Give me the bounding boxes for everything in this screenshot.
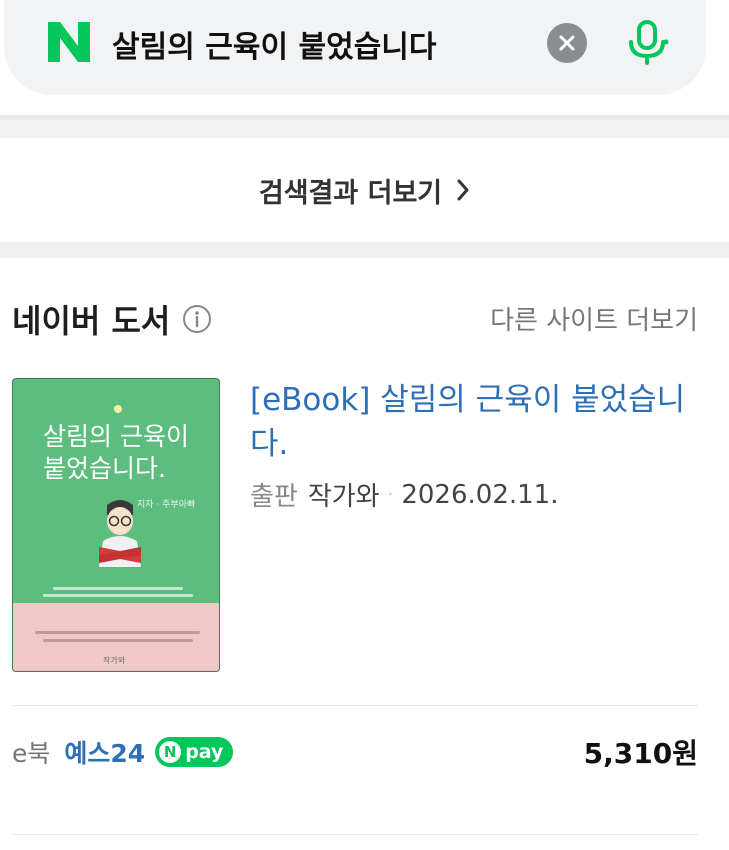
publish-date: 2026.02.11. <box>401 479 559 510</box>
naver-logo-icon[interactable] <box>44 20 94 64</box>
section-title: 네이버 도서 <box>12 302 171 340</box>
microphone-icon[interactable] <box>624 18 670 66</box>
npay-badge: N pay <box>155 737 234 767</box>
other-sites-link[interactable]: 다른 사이트 더보기 <box>490 300 698 337</box>
search-bar: 살림의 근육이 붙었습니다 <box>4 0 706 95</box>
close-icon <box>559 35 575 51</box>
book-meta: 출판 작가와 · 2026.02.11. <box>250 476 558 513</box>
more-results-button[interactable]: 검색결과 더보기 <box>0 138 729 242</box>
more-results-label: 검색결과 더보기 <box>258 177 443 209</box>
offer-row[interactable]: e북 예스24 N pay 5,310원 <box>12 732 698 772</box>
cover-illustration <box>99 500 141 567</box>
book-cover-image[interactable]: 살림의 근육이 붙었습니다. 지자 · 주부아빠 작가와 <box>12 378 220 672</box>
cover-title-line1: 살림의 근육이 <box>43 422 189 451</box>
chevron-right-icon <box>457 179 469 201</box>
lightbulb-icon <box>114 405 122 413</box>
section-separator <box>0 115 729 138</box>
format-label: e북 <box>12 739 51 768</box>
publisher-label: 출판 <box>250 482 298 512</box>
search-input[interactable]: 살림의 근육이 붙었습니다 <box>112 22 437 66</box>
divider <box>12 834 698 835</box>
section-header: 네이버 도서 <box>12 296 212 342</box>
publisher-name: 작가와 <box>307 482 380 512</box>
section-separator <box>0 242 729 258</box>
cover-title: 살림의 근육이 붙었습니다. <box>43 421 189 485</box>
book-title-link[interactable]: [eBook] 살림의 근육이 붙었습니다. <box>250 378 695 466</box>
cover-title-line2: 붙었습니다. <box>43 454 166 483</box>
clear-search-button[interactable] <box>547 23 587 63</box>
cover-publisher: 작가와 <box>103 656 126 665</box>
divider <box>12 705 698 706</box>
meta-separator: · <box>387 484 394 505</box>
info-icon[interactable] <box>182 304 212 334</box>
store-name-link[interactable]: 예스24 <box>64 734 145 770</box>
price: 5,310원 <box>583 737 698 770</box>
npay-logo-icon: N <box>159 741 182 763</box>
npay-label: pay <box>185 741 224 763</box>
